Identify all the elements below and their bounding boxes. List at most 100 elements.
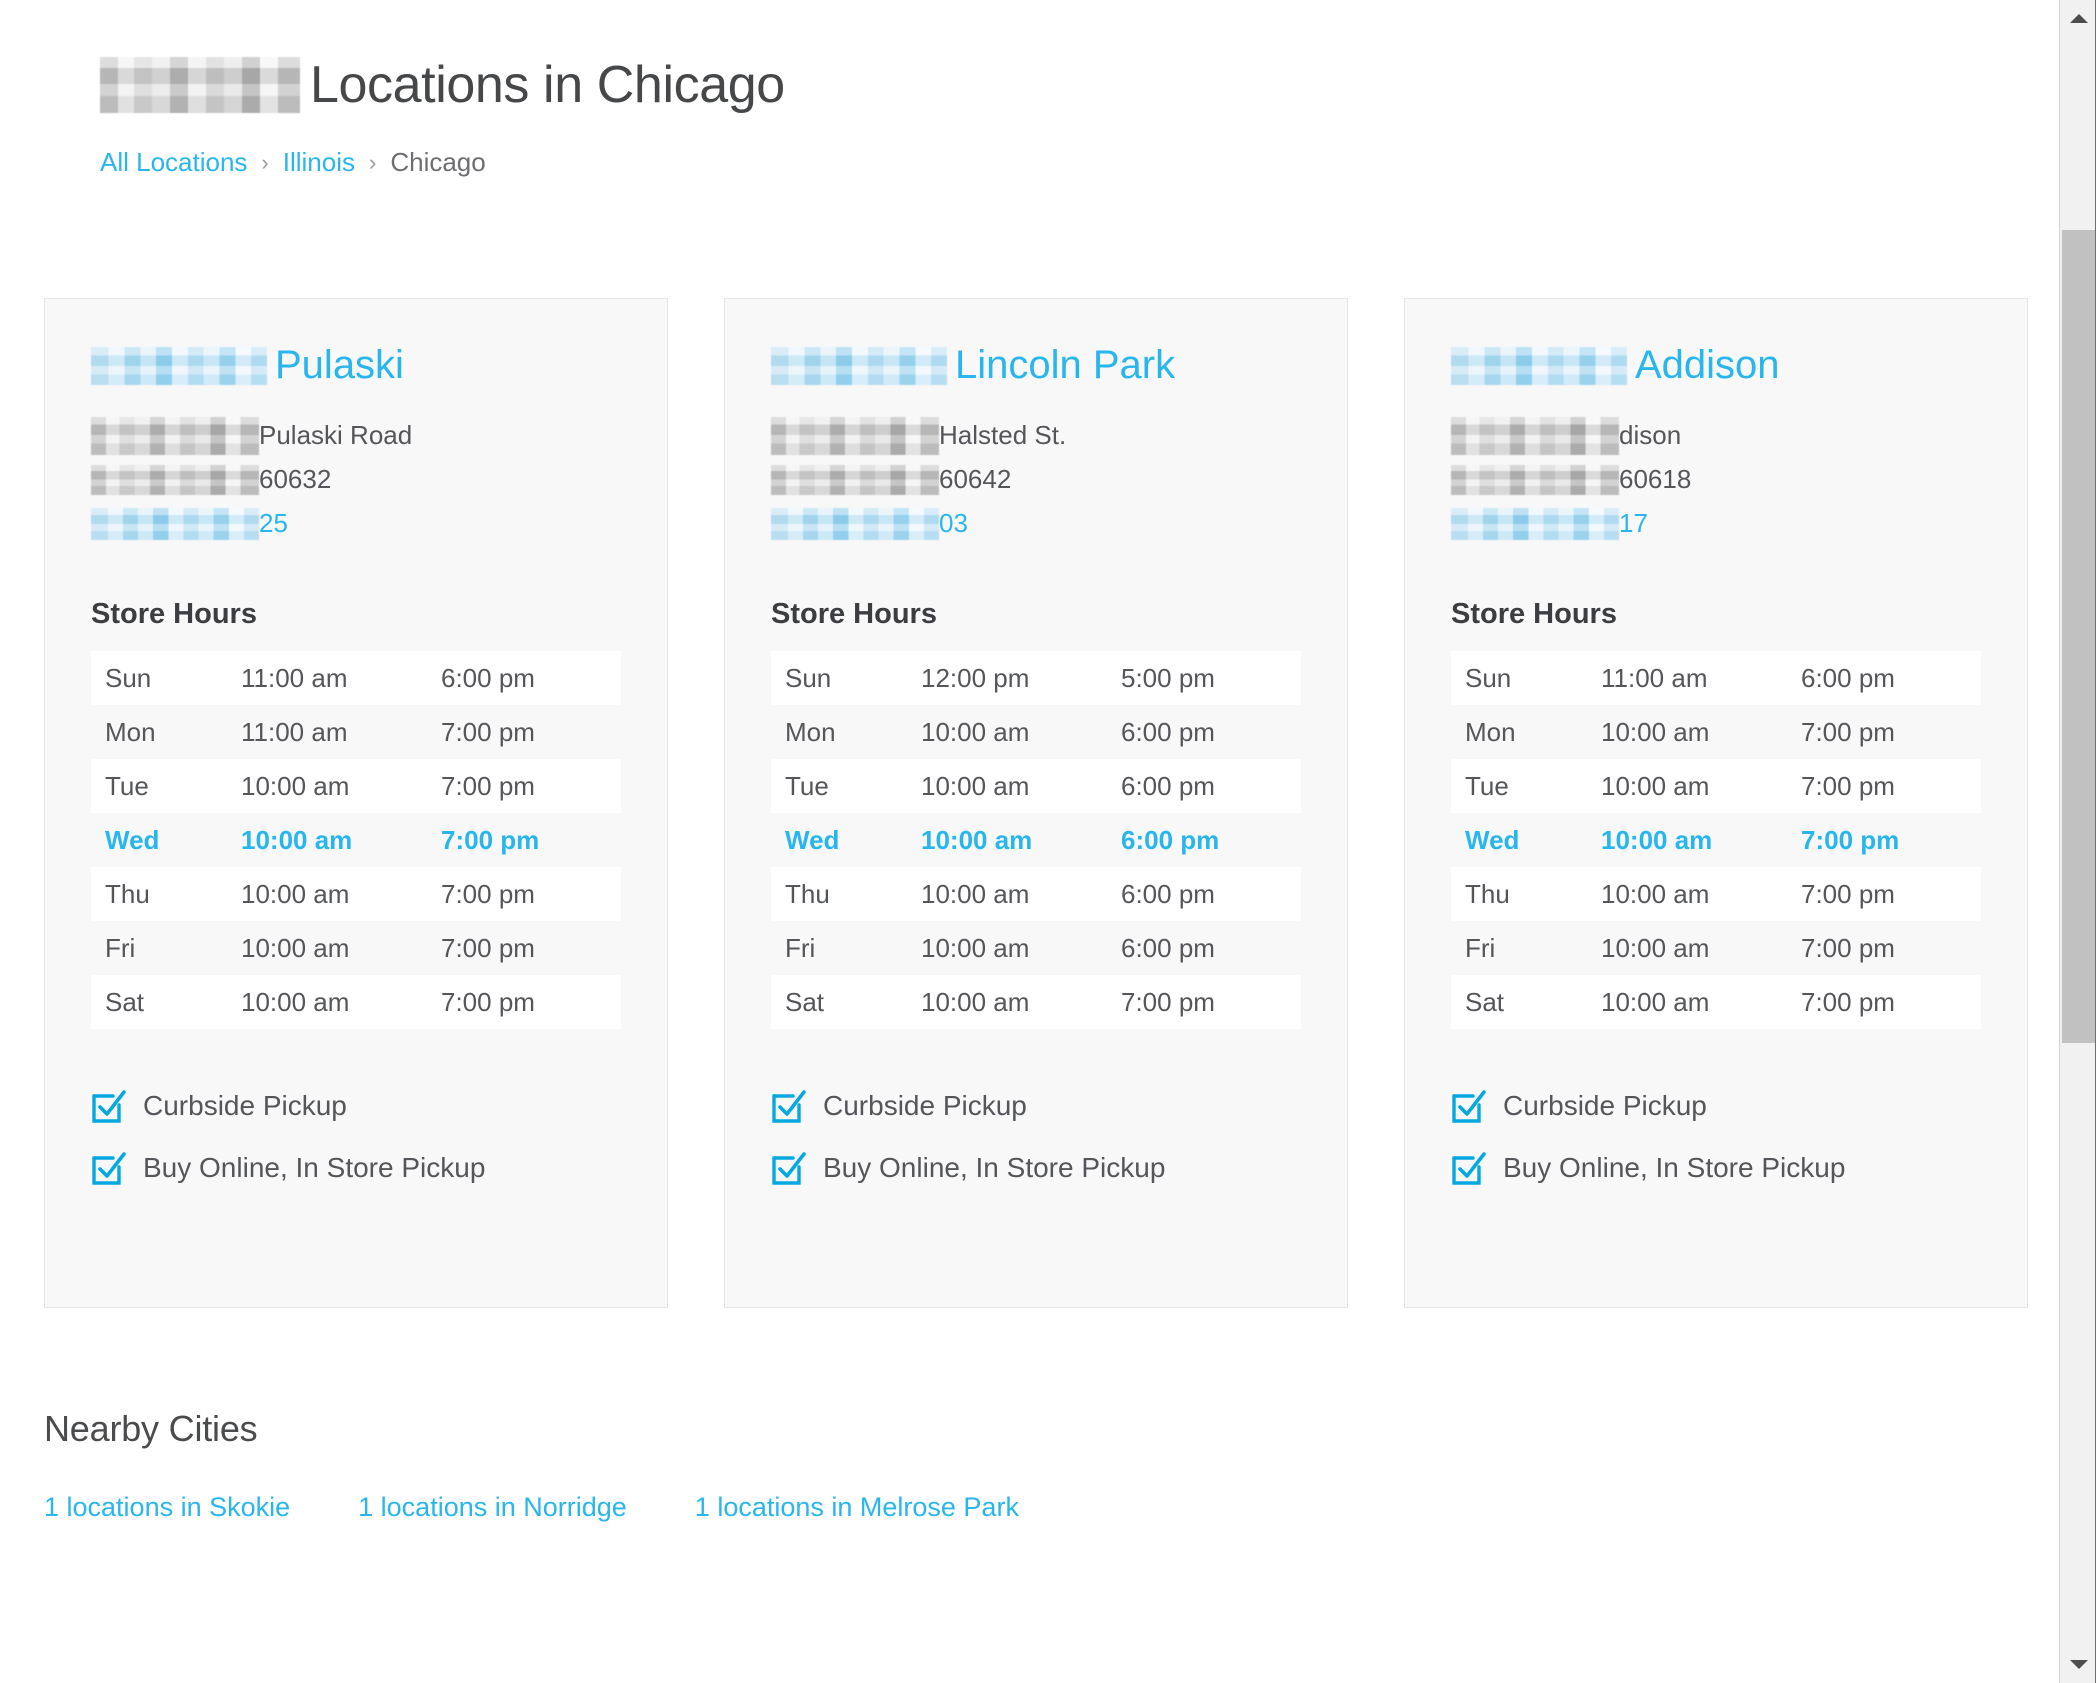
nearby-city-link-norridge[interactable]: 1 locations in Norridge	[358, 1492, 627, 1523]
page-title: Locations in Chicago	[100, 55, 2059, 115]
hours-row: Fri 10:00 am 6:00 pm	[771, 921, 1301, 975]
hours-close: 6:00 pm	[441, 662, 535, 693]
street-text: dison	[1619, 420, 1682, 451]
nearby-cities-heading: Nearby Cities	[44, 1408, 258, 1449]
hours-day: Mon	[1465, 716, 1516, 747]
store-hours-heading: Store Hours	[1451, 598, 1617, 630]
hours-open: 10:00 am	[1601, 824, 1713, 855]
store-hours-table: Sun 11:00 am 6:00 pm Mon 10:00 am 7:00 p…	[1451, 651, 1981, 1029]
hours-day: Fri	[1465, 932, 1496, 963]
hours-close: 7:00 pm	[441, 878, 535, 909]
brand-redaction-block	[91, 346, 267, 385]
page-title-text: Locations in Chicago	[310, 56, 785, 114]
scroll-down-arrow-icon[interactable]	[2060, 1646, 2096, 1683]
hours-open: 10:00 am	[921, 932, 1030, 963]
hours-close: 6:00 pm	[1801, 662, 1895, 693]
hours-day: Sun	[785, 662, 832, 693]
hours-day: Thu	[785, 878, 830, 909]
hours-close: 7:00 pm	[441, 824, 540, 855]
checkbox-checked-icon	[772, 1152, 806, 1185]
hours-day: Thu	[1465, 878, 1510, 909]
hours-day: Sun	[1465, 662, 1512, 693]
hours-day: Wed	[105, 824, 160, 855]
street-redaction-block	[1451, 417, 1619, 455]
store-hours-table: Sun 12:00 pm 5:00 pm Mon 10:00 am 6:00 p…	[771, 651, 1301, 1029]
chevron-right-icon: ›	[261, 149, 269, 175]
service-list: Curbside Pickup Buy Online, In Store Pic…	[1451, 1075, 1981, 1199]
checkbox-checked-icon	[92, 1090, 126, 1123]
hours-day: Mon	[785, 716, 836, 747]
store-hours-heading: Store Hours	[91, 598, 257, 630]
service-list: Curbside Pickup Buy Online, In Store Pic…	[91, 1075, 621, 1199]
hours-open: 10:00 am	[1601, 716, 1710, 747]
vertical-scrollbar[interactable]	[2059, 0, 2096, 1683]
hours-close: 7:00 pm	[1121, 986, 1215, 1017]
hours-open: 12:00 pm	[921, 662, 1030, 693]
service-label: Buy Online, In Store Pickup	[143, 1152, 486, 1183]
hours-close: 6:00 pm	[1121, 770, 1215, 801]
zip-text: 60618	[1619, 464, 1692, 495]
location-city-state-zip: 60642	[771, 458, 1301, 502]
location-card: Pulaski Pulaski Road 60632 25 Store Hour…	[44, 298, 668, 1308]
service-item: Curbside Pickup	[771, 1075, 1301, 1137]
hours-close: 7:00 pm	[1801, 770, 1895, 801]
hours-open: 11:00 am	[241, 716, 348, 747]
phone-redaction-block	[1451, 508, 1619, 540]
hours-day: Tue	[105, 770, 149, 801]
hours-open: 10:00 am	[241, 824, 353, 855]
service-label: Buy Online, In Store Pickup	[1503, 1152, 1846, 1183]
service-item: Buy Online, In Store Pickup	[1451, 1137, 1981, 1199]
hours-row-today: Wed 10:00 am 7:00 pm	[91, 813, 621, 867]
scrollbar-thumb[interactable]	[2062, 230, 2096, 1043]
breadcrumb-item-all-locations[interactable]: All Locations	[100, 147, 247, 178]
hours-row: Sun 12:00 pm 5:00 pm	[771, 651, 1301, 705]
hours-row: Mon 10:00 am 6:00 pm	[771, 705, 1301, 759]
hours-close: 7:00 pm	[1801, 716, 1895, 747]
hours-day: Fri	[785, 932, 816, 963]
store-hours-heading: Store Hours	[771, 598, 937, 630]
location-street-address: dison	[1451, 414, 1981, 458]
hours-row: Fri 10:00 am 7:00 pm	[91, 921, 621, 975]
phone-text: 03	[939, 508, 968, 539]
hours-close: 6:00 pm	[1121, 716, 1215, 747]
hours-row: Thu 10:00 am 6:00 pm	[771, 867, 1301, 921]
city-redaction-block	[91, 465, 259, 495]
hours-row: Mon 10:00 am 7:00 pm	[1451, 705, 1981, 759]
hours-day: Wed	[1465, 824, 1520, 855]
hours-open: 10:00 am	[241, 878, 350, 909]
hours-row: Thu 10:00 am 7:00 pm	[91, 867, 621, 921]
hours-row-today: Wed 10:00 am 6:00 pm	[771, 813, 1301, 867]
hours-close: 6:00 pm	[1121, 878, 1215, 909]
scroll-up-arrow-icon[interactable]	[2060, 0, 2096, 37]
breadcrumb-item-illinois[interactable]: Illinois	[283, 147, 355, 178]
hours-close: 7:00 pm	[1801, 932, 1895, 963]
hours-open: 11:00 am	[1601, 662, 1708, 693]
hours-day: Sat	[105, 986, 145, 1017]
city-redaction-block	[771, 465, 939, 495]
brand-redaction-block	[1451, 346, 1627, 385]
nearby-city-link-melrose-park[interactable]: 1 locations in Melrose Park	[695, 1492, 1019, 1523]
location-phone[interactable]: 17	[1451, 502, 1981, 546]
service-item: Curbside Pickup	[91, 1075, 621, 1137]
hours-row: Thu 10:00 am 7:00 pm	[1451, 867, 1981, 921]
location-phone[interactable]: 25	[91, 502, 621, 546]
location-card-title[interactable]: Addison	[1451, 343, 1981, 388]
nearby-city-link-skokie[interactable]: 1 locations in Skokie	[44, 1492, 290, 1523]
hours-row: Sat 10:00 am 7:00 pm	[91, 975, 621, 1029]
zip-text: 60632	[259, 464, 332, 495]
street-text: Halsted St.	[939, 420, 1067, 451]
location-card-title[interactable]: Lincoln Park	[771, 343, 1301, 388]
hours-open: 10:00 am	[1601, 932, 1710, 963]
hours-close: 5:00 pm	[1121, 662, 1215, 693]
hours-day: Wed	[785, 824, 840, 855]
hours-row: Sat 10:00 am 7:00 pm	[1451, 975, 1981, 1029]
hours-day: Sat	[1465, 986, 1505, 1017]
street-redaction-block	[771, 417, 939, 455]
street-text: Pulaski Road	[259, 420, 413, 451]
hours-row-today: Wed 10:00 am 7:00 pm	[1451, 813, 1981, 867]
page-content: Locations in Chicago All Locations › Ill…	[0, 55, 2059, 1523]
location-card-title[interactable]: Pulaski	[91, 343, 621, 388]
location-card-grid: Pulaski Pulaski Road 60632 25 Store Hour…	[44, 298, 2059, 1308]
location-phone[interactable]: 03	[771, 502, 1301, 546]
location-card: Addison dison 60618 17 Store Hours Sun 1…	[1404, 298, 2028, 1308]
